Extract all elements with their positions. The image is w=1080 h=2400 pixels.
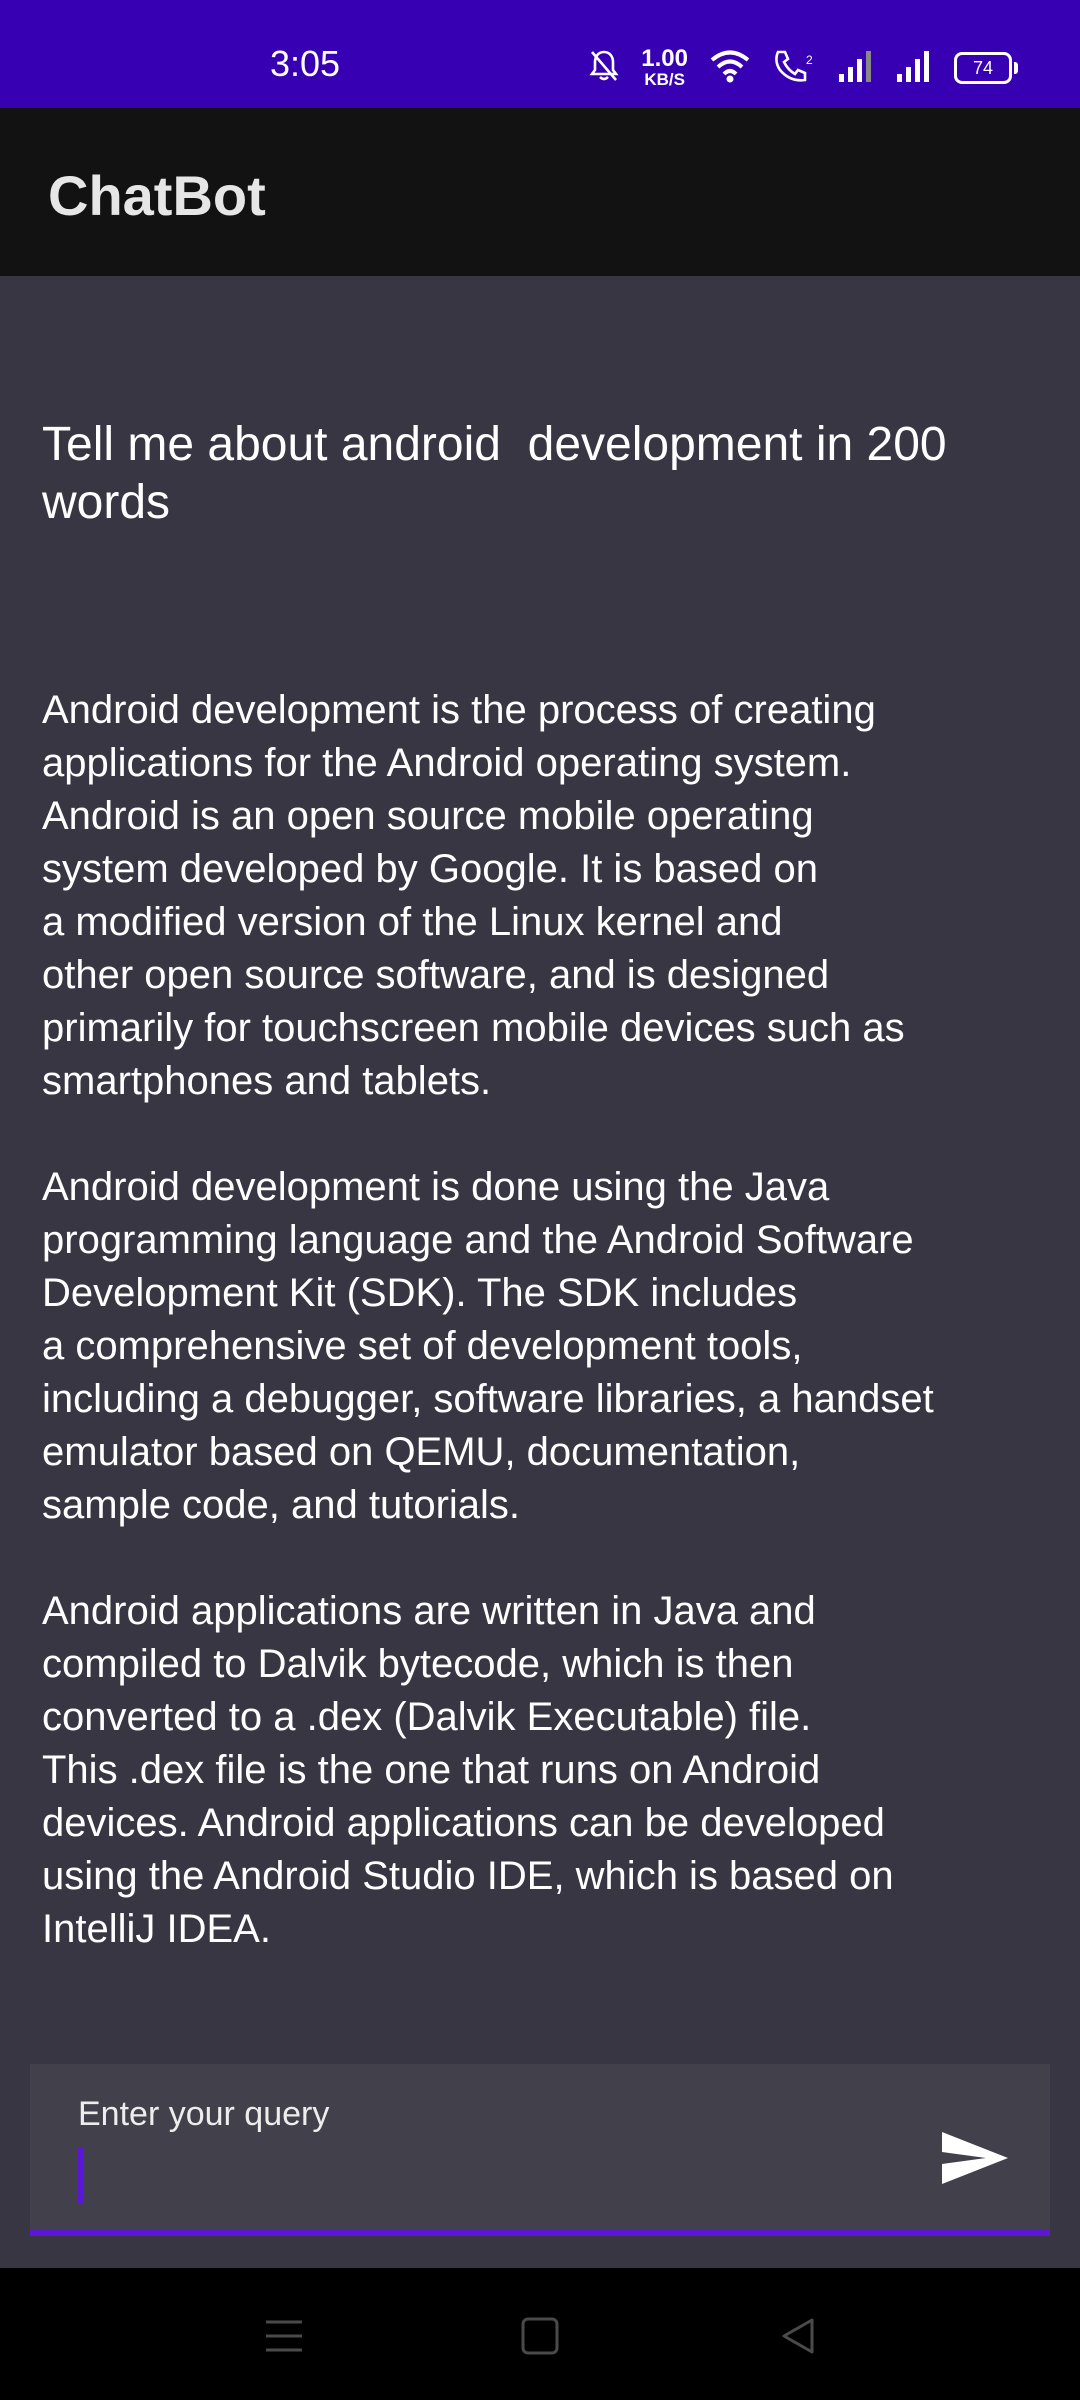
app-bar: ChatBot — [0, 108, 1080, 276]
back-icon[interactable] — [776, 2314, 820, 2358]
svg-text:2: 2 — [806, 53, 813, 67]
query-input[interactable] — [78, 2146, 902, 2208]
net-speed: 1.00 KB/S — [641, 45, 688, 89]
status-bar: 3:05 1.00 KB/S 2 74 — [0, 0, 1080, 108]
status-icons: 1.00 KB/S 2 74 — [589, 45, 1018, 90]
signal-icon — [838, 50, 874, 87]
user-query: Tell me about android development in 200… — [42, 418, 960, 529]
chat-area[interactable]: Tell me about android development in 200… — [0, 276, 1080, 2056]
mute-icon — [589, 49, 619, 88]
bot-response: Android development is the process of cr… — [42, 688, 934, 1951]
status-time: 3:05 — [270, 43, 341, 84]
signal-icon — [896, 50, 932, 87]
input-underline — [30, 2230, 1050, 2236]
volte-call-icon: 2 — [772, 48, 816, 89]
home-icon[interactable] — [518, 2314, 562, 2358]
text-cursor — [78, 2148, 84, 2204]
navigation-bar — [0, 2268, 1080, 2400]
wifi-icon — [710, 49, 750, 88]
input-label: Enter your query — [78, 2095, 330, 2133]
menu-icon[interactable] — [262, 2314, 306, 2358]
send-icon — [942, 2132, 1008, 2184]
battery-icon: 74 — [954, 52, 1018, 84]
send-button[interactable] — [940, 2128, 1010, 2188]
app-title: ChatBot — [48, 164, 266, 227]
query-input-box[interactable]: Enter your query — [30, 2064, 1050, 2236]
